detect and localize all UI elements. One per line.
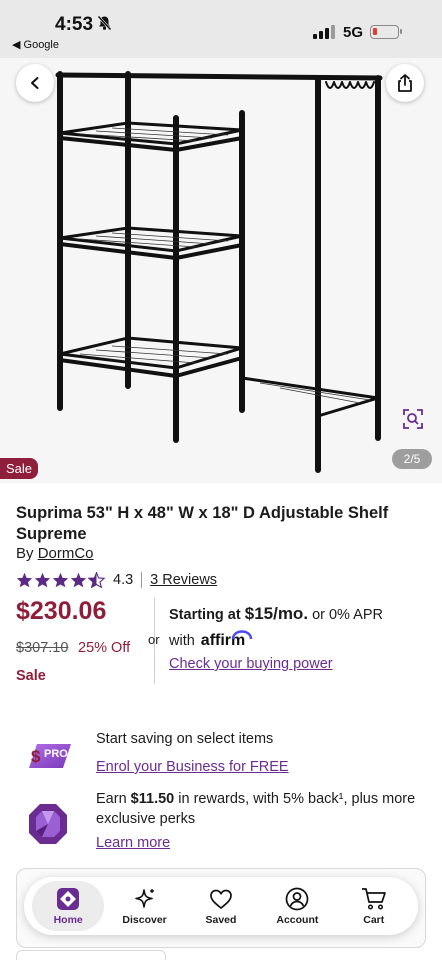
reviews-link[interactable]: 3 Reviews xyxy=(150,572,217,588)
next-card xyxy=(16,950,166,960)
nav-cart[interactable]: Cart xyxy=(338,881,410,931)
nav-label: Discover xyxy=(122,913,167,926)
financing-amount: $15/mo. xyxy=(244,604,309,623)
sale-tag: Sale xyxy=(0,458,39,479)
share-icon xyxy=(398,74,412,92)
rewards-prefix: Earn xyxy=(96,791,131,807)
pro-badge-label: PRO xyxy=(44,748,68,760)
clock-time: 4:53 xyxy=(55,14,94,35)
star-icon xyxy=(34,572,51,588)
financing-offer: Starting at $15/mo. or 0% APR with affir… xyxy=(169,604,439,672)
financing-prefix: Starting at xyxy=(169,607,245,623)
home-icon xyxy=(57,887,80,910)
image-page-counter: 2/5 xyxy=(392,449,432,469)
back-to-google-link[interactable]: ◀ Google xyxy=(12,38,59,51)
nav-label: Home xyxy=(53,913,83,926)
battery-icon xyxy=(370,25,402,39)
star-icon xyxy=(52,572,69,588)
rewards-gem-icon xyxy=(29,804,67,844)
current-price: $230.06 xyxy=(16,597,107,625)
user-icon xyxy=(286,887,309,910)
business-promo: $ PRO Start saving on select items Enrol… xyxy=(0,728,442,784)
svg-text:$: $ xyxy=(31,747,41,766)
financing-provider: with affirm xyxy=(169,630,439,650)
star-icon xyxy=(70,572,87,588)
rating-divider xyxy=(141,572,143,588)
rewards-amount: $11.50 xyxy=(130,791,175,807)
nav-account[interactable]: Account xyxy=(261,881,333,931)
enrol-business-link[interactable]: Enrol your Business for FREE xyxy=(96,759,289,775)
rewards-text: Earn $11.50 in rewards, with 5% back¹, p… xyxy=(96,789,416,829)
product-image-gallery[interactable]: Sale 2/5 xyxy=(0,58,442,483)
pro-headline: Start saving on select items xyxy=(96,731,274,747)
chevron-left-icon xyxy=(31,77,39,89)
cart-icon xyxy=(361,887,386,910)
brand-line: By DormCo xyxy=(16,545,94,562)
financing-headline: Starting at $15/mo. or 0% APR xyxy=(169,604,439,624)
status-bar: 4:53 ◀ Google 5G xyxy=(0,0,442,58)
nav-label: Saved xyxy=(205,913,237,926)
affirm-logo: affirm xyxy=(201,630,253,650)
share-button[interactable] xyxy=(386,64,424,102)
brand-prefix: By xyxy=(16,545,38,562)
rewards-promo: Earn $11.50 in rewards, with 5% back¹, p… xyxy=(0,787,442,857)
visual-search-button[interactable] xyxy=(402,408,424,435)
nav-label: Account xyxy=(276,913,319,926)
network-type: 5G xyxy=(343,24,364,41)
or-text: or xyxy=(148,632,160,647)
financing-apr: or 0% APR xyxy=(308,607,383,623)
signal-strength-icon xyxy=(313,25,335,39)
heart-icon xyxy=(210,889,232,909)
affirm-arc-icon xyxy=(232,630,253,640)
nav-home[interactable]: Home xyxy=(32,881,105,931)
visual-search-icon xyxy=(403,409,423,429)
half-star-icon xyxy=(88,572,105,588)
star-rating xyxy=(16,572,105,588)
nav-label: Cart xyxy=(363,913,385,926)
with-text: with xyxy=(169,633,195,649)
product-title: Suprima 53" H x 48" W x 18" D Adjustable… xyxy=(16,504,389,543)
brand-link[interactable]: DormCo xyxy=(38,545,94,562)
back-button[interactable] xyxy=(16,64,54,102)
learn-more-link[interactable]: Learn more xyxy=(96,835,170,851)
check-buying-power-link[interactable]: Check your buying power xyxy=(169,656,439,672)
original-price: $307.10 xyxy=(16,640,69,656)
bottom-navigation: Home Discover Saved Account Cart xyxy=(24,877,418,935)
silent-bell-icon xyxy=(97,15,112,36)
star-icon xyxy=(16,572,33,588)
nav-saved[interactable]: Saved xyxy=(185,881,257,931)
sale-label: Sale xyxy=(16,668,46,684)
nav-discover[interactable]: Discover xyxy=(109,881,181,931)
rating-row: 4.3 3 Reviews xyxy=(16,571,217,589)
sparkle-icon xyxy=(134,888,154,908)
discount-percent: 25% Off xyxy=(78,640,131,656)
rating-value: 4.3 xyxy=(113,572,134,588)
product-image xyxy=(55,71,383,473)
